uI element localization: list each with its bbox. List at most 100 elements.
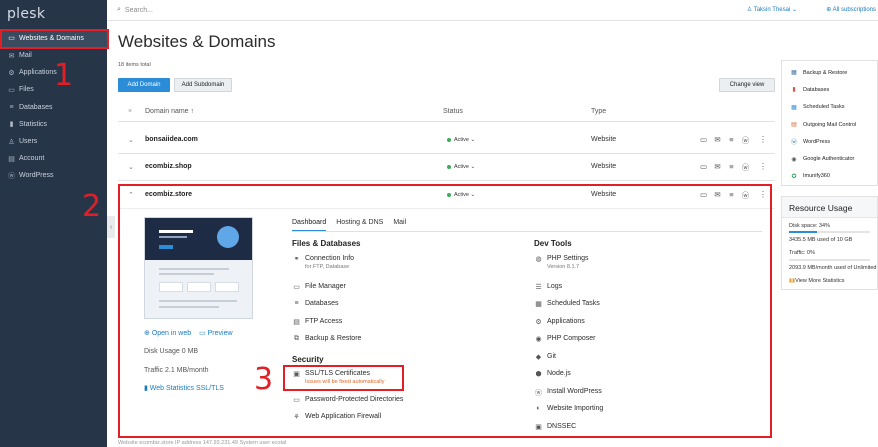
- web-application-firewall-tool[interactable]: ⚘ Web Application Firewall: [292, 413, 381, 421]
- more-options-icon[interactable]: ⋮: [759, 162, 767, 171]
- status-badge[interactable]: Active ⌄: [447, 164, 475, 170]
- folder-icon[interactable]: ▭: [699, 190, 708, 201]
- plesk-logo[interactable]: plesk: [7, 6, 45, 22]
- open-in-web-link[interactable]: ⊕ Open in web: [144, 330, 191, 337]
- databases-tool[interactable]: ≡ Databases: [292, 300, 338, 307]
- logs-tool[interactable]: ☰ Logs: [534, 283, 562, 291]
- certificate-icon: ▣: [293, 371, 300, 378]
- thumbnail-button: [159, 245, 173, 249]
- disk-space-label: Disk space: 34%: [789, 223, 830, 229]
- dnssec-tool[interactable]: ▣ DNSSEC: [534, 423, 576, 431]
- applications-tool[interactable]: ⚙ Applications: [534, 318, 584, 326]
- domain-type: Website: [591, 136, 617, 143]
- ssl-warning: Issues will be fixed automatically: [305, 379, 385, 385]
- gear-icon: ⚙: [535, 319, 542, 326]
- folder-icon[interactable]: ▭: [699, 135, 708, 146]
- preview-link[interactable]: ▭ Preview: [199, 330, 232, 337]
- traffic-detail: 2093.9 MB/month used of Unlimited: [789, 264, 877, 271]
- ssl-tls-certificates-tool[interactable]: ▣ SSL/TLS Certificates Issues will be fix…: [292, 370, 384, 385]
- chevron-down-icon[interactable]: ⌄: [128, 163, 134, 171]
- sidebar-item-statistics[interactable]: ▮ Statistics: [0, 116, 107, 133]
- tool-label: DNSSEC: [547, 423, 577, 430]
- database-icon[interactable]: ≡: [727, 190, 736, 201]
- add-domain-button[interactable]: Add Domain: [118, 78, 170, 92]
- expand-all-icon[interactable]: ×: [128, 108, 132, 115]
- subscriptions-menu[interactable]: ⊕ All subscriptions: [826, 6, 876, 13]
- nodejs-tool[interactable]: ⬢ Node.js: [534, 370, 570, 378]
- domain-details-panel: ⊕ Open in web ▭ Preview Disk Usage 0 MB …: [118, 207, 775, 447]
- website-thumbnail[interactable]: [144, 217, 253, 319]
- domain-name[interactable]: bonsaiidea.com: [145, 136, 198, 143]
- mail-icon[interactable]: ✉: [713, 190, 722, 201]
- status-badge[interactable]: Active ⌄: [447, 192, 475, 198]
- status-badge[interactable]: Active ⌄: [447, 137, 475, 143]
- user-menu[interactable]: ♙ Taksin Thesai ⌄: [747, 6, 797, 13]
- resource-usage-title: Resource Usage: [782, 197, 877, 218]
- globe-icon: ⊕: [144, 330, 152, 337]
- file-manager-tool[interactable]: ▭ File Manager: [292, 283, 346, 291]
- wordpress-icon[interactable]: ⓦ: [741, 135, 750, 146]
- database-icon[interactable]: ≡: [727, 135, 736, 146]
- databases-link[interactable]: ▮ Databases: [782, 81, 877, 98]
- table-row[interactable]: ⌄ ecombiz.shop Active ⌄ Website ▭ ✉ ≡ ⓦ ⋮: [118, 155, 775, 181]
- more-options-icon[interactable]: ⋮: [759, 190, 767, 199]
- install-wordpress-tool[interactable]: ⓦ Install WordPress: [534, 388, 602, 398]
- search-input[interactable]: ⌕ Search...: [117, 6, 153, 14]
- page-title: Websites & Domains: [118, 32, 276, 51]
- domain-name[interactable]: ecombiz.shop: [145, 163, 192, 170]
- scheduled-tasks-tool[interactable]: ▦ Scheduled Tasks: [534, 300, 600, 308]
- mail-icon[interactable]: ✉: [713, 135, 722, 146]
- annotation-number-3: 3: [254, 362, 274, 397]
- imunify360-link[interactable]: ✪ Imunify360: [782, 168, 877, 185]
- preview-icon: ▭: [199, 330, 208, 337]
- calendar-icon: ▦: [791, 104, 797, 111]
- outgoing-mail-control-link[interactable]: ▤ Outgoing Mail Control: [782, 116, 877, 133]
- wordpress-link[interactable]: ⓦ WordPress: [782, 133, 877, 150]
- sidebar-item-users[interactable]: ♙ Users: [0, 133, 107, 150]
- website-importing-tool[interactable]: ◐ Website Importing: [534, 405, 603, 412]
- main-content: Websites & Domains 18 items total Add Do…: [107, 21, 775, 447]
- mail-icon[interactable]: ✉: [713, 162, 722, 173]
- scheduled-tasks-link[interactable]: ▦ Scheduled Tasks: [782, 99, 877, 116]
- git-tool[interactable]: ◆ Git: [534, 353, 556, 361]
- table-row[interactable]: ⌄ bonsaiidea.com Active ⌄ Website ▭ ✉ ≡ ⓦ ⋮: [118, 128, 775, 154]
- php-settings-tool[interactable]: ◍ PHP Settings Version 8.1.7: [534, 255, 588, 270]
- column-type: Type: [591, 108, 607, 115]
- column-domain-name[interactable]: Domain name ↑: [145, 108, 194, 115]
- thumbnail-card: [215, 282, 239, 292]
- php-composer-tool[interactable]: ◉ PHP Composer: [534, 335, 595, 343]
- thumbnail-subheading: [159, 236, 187, 238]
- sidebar-item-label: Account: [19, 155, 45, 163]
- database-icon[interactable]: ≡: [727, 162, 736, 173]
- google-authenticator-link[interactable]: ◉ Google Authenticator: [782, 150, 877, 167]
- disk-usage: Disk Usage 0 MB: [144, 348, 199, 355]
- backup-restore-link[interactable]: ▦ Backup & Restore: [782, 64, 877, 81]
- wordpress-icon[interactable]: ⓦ: [741, 190, 750, 201]
- dev-tools-title: Dev Tools: [534, 239, 572, 248]
- table-row-expanded[interactable]: ⌃ ecombiz.store Active ⌄ Website ▭ ✉ ≡ ⓦ ⋮: [118, 183, 775, 209]
- web-statistics-link[interactable]: ▮ Web Statistics SSL/TLS: [144, 380, 233, 392]
- password-protected-directories-tool[interactable]: ▭ Password-Protected Directories: [292, 396, 403, 404]
- ftp-access-tool[interactable]: ▤ FTP Access: [292, 318, 342, 326]
- sidebar-item-wordpress[interactable]: ⓦ WordPress: [0, 167, 107, 184]
- view-more-statistics-link[interactable]: ▮▮ View More Statistics: [782, 274, 877, 287]
- sidebar-item-databases[interactable]: ≡ Databases: [0, 99, 107, 116]
- add-subdomain-button[interactable]: Add Subdomain: [174, 78, 232, 92]
- domain-name[interactable]: ecombiz.store: [145, 191, 192, 198]
- sidebar-item-websites-domains[interactable]: ▭ Websites & Domains: [0, 29, 107, 47]
- folder-icon[interactable]: ▭: [699, 162, 708, 173]
- tool-label: Backup & Restore: [803, 69, 848, 76]
- status-label: Active ⌄: [454, 192, 476, 198]
- backup-icon: ▦: [791, 70, 797, 77]
- mail-icon: ✉: [8, 52, 15, 60]
- connection-info-tool[interactable]: ⚭ Connection Info for FTP, Database: [292, 255, 354, 270]
- change-view-button[interactable]: Change view: [719, 78, 775, 92]
- chevron-up-icon[interactable]: ⌃: [128, 191, 134, 199]
- more-options-icon[interactable]: ⋮: [759, 135, 767, 144]
- wordpress-icon: ⓦ: [8, 172, 15, 180]
- sidebar-item-account[interactable]: ▤ Account: [0, 150, 107, 167]
- wordpress-icon[interactable]: ⓦ: [741, 162, 750, 173]
- backup-restore-tool[interactable]: ⧉ Backup & Restore: [292, 335, 361, 343]
- chevron-down-icon[interactable]: ⌄: [128, 136, 134, 144]
- subscriptions-label: All subscriptions: [832, 7, 876, 13]
